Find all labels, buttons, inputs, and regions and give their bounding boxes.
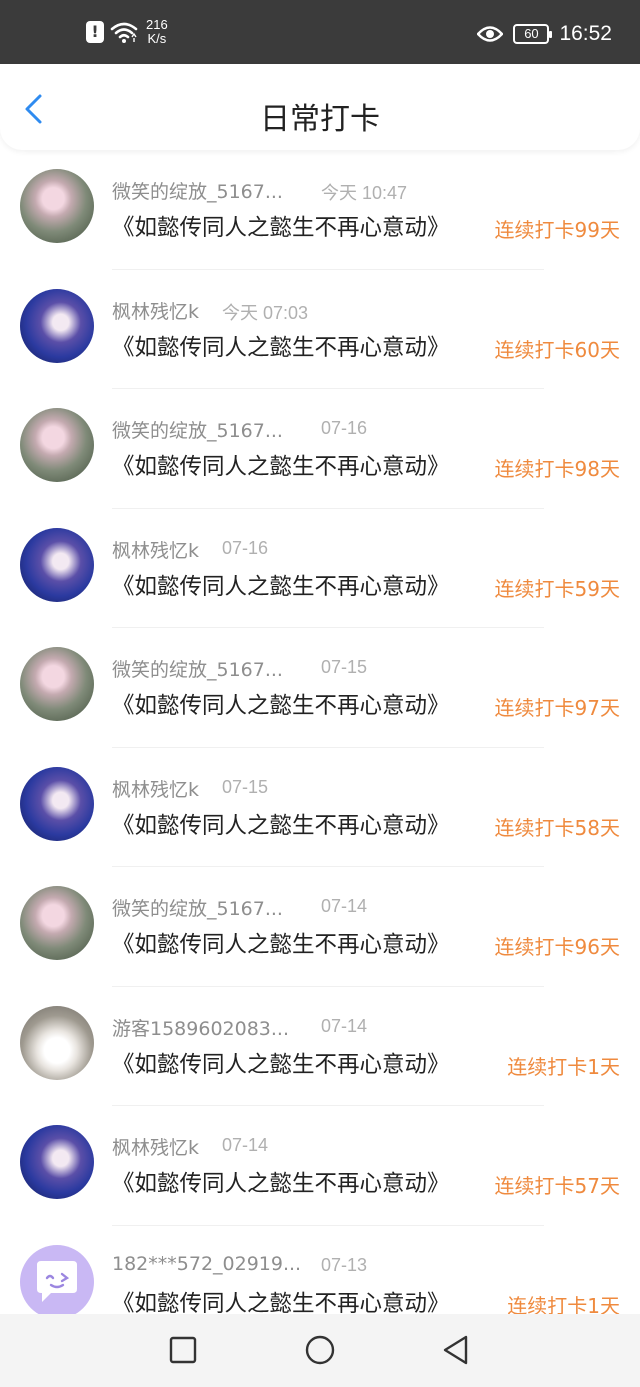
checkin-date: 07-14	[222, 1135, 269, 1155]
avatar[interactable]	[20, 408, 94, 482]
checkin-item[interactable]: 微笑的绽放_5167... 07-14 《如懿传同人之懿生不再心意动》 连续打卡96天	[0, 867, 640, 987]
checkin-date: 07-14	[321, 896, 368, 916]
user-name[interactable]: 微笑的绽放_5167...	[112, 894, 283, 921]
checkin-item[interactable]: 枫林残忆k 07-14 《如懿传同人之懿生不再心意动》 连续打卡57天	[0, 1106, 640, 1226]
streak-label: 连续打卡59天	[494, 576, 620, 601]
streak-label: 连续打卡57天	[494, 1174, 620, 1198]
user-name[interactable]: 枫林残忆k	[112, 1133, 199, 1160]
checkin-date: 07-14	[321, 1015, 368, 1036]
user-name[interactable]: 枫林残忆k	[112, 775, 199, 802]
clock: 16:52	[559, 22, 612, 45]
checkin-item[interactable]: 微笑的绽放_5167... 今天 10:47 《如懿传同人之懿生不再心意动》 连续打卡…	[0, 150, 640, 270]
system-nav-bar	[0, 1314, 640, 1387]
checkin-date: 07-15	[222, 776, 269, 797]
status-right: 60 16:52	[477, 22, 612, 46]
book-title[interactable]: 《如懿传同人之懿生不再心意动》	[112, 688, 450, 720]
net-speed-value: 216	[146, 17, 168, 32]
checkin-date: 07-15	[321, 657, 368, 677]
streak-label: 连续打卡58天	[494, 815, 620, 840]
book-title[interactable]: 《如懿传同人之懿生不再心意动》	[112, 330, 450, 362]
net-speed: 216 K/s	[146, 18, 168, 46]
avatar[interactable]	[20, 1244, 94, 1319]
user-name[interactable]: 枫林残忆k	[112, 536, 199, 563]
avatar[interactable]	[20, 169, 94, 243]
checkin-item[interactable]: 微笑的绽放_5167... 07-16 《如懿传同人之懿生不再心意动》 连续打卡98天	[0, 389, 640, 509]
book-title[interactable]: 《如懿传同人之懿生不再心意动》	[112, 449, 450, 481]
book-title[interactable]: 《如懿传同人之懿生不再心意动》	[112, 1047, 450, 1079]
user-name[interactable]: 182***572_02919...	[112, 1253, 301, 1275]
checkin-item[interactable]: 枫林残忆k 07-16 《如懿传同人之懿生不再心意动》 连续打卡59天	[0, 509, 640, 628]
checkin-item[interactable]: 微笑的绽放_5167... 07-15 《如懿传同人之懿生不再心意动》 连续打卡97天	[0, 628, 640, 748]
checkin-item[interactable]: 枫林残忆k 07-15 《如懿传同人之懿生不再心意动》 连续打卡58天	[0, 748, 640, 867]
streak-label: 连续打卡99天	[494, 218, 620, 242]
user-name[interactable]: 枫林残忆k	[112, 297, 199, 324]
avatar[interactable]	[20, 647, 94, 721]
checkin-date: 07-13	[321, 1254, 368, 1275]
streak-label: 连续打卡98天	[494, 457, 620, 481]
streak-label: 连续打卡96天	[494, 935, 620, 959]
book-title[interactable]: 《如懿传同人之懿生不再心意动》	[112, 1166, 450, 1198]
avatar[interactable]	[20, 1125, 94, 1199]
avatar[interactable]	[20, 527, 94, 602]
home-icon[interactable]	[304, 1334, 336, 1366]
avatar[interactable]	[20, 1005, 94, 1080]
eye-icon	[477, 26, 504, 42]
checkin-item[interactable]: 枫林残忆k 今天 07:03 《如懿传同人之懿生不再心意动》 连续打卡60天	[0, 270, 640, 389]
status-bar: ! 216 K/s 60 16:52	[0, 0, 640, 64]
book-title[interactable]: 《如懿传同人之懿生不再心意动》	[112, 1286, 450, 1318]
book-title[interactable]: 《如懿传同人之懿生不再心意动》	[112, 927, 450, 959]
streak-label: 连续打卡60天	[494, 337, 620, 362]
checkin-item[interactable]: 游客1589602083... 07-14 《如懿传同人之懿生不再心意动》 连续打卡1…	[0, 987, 640, 1106]
book-title[interactable]: 《如懿传同人之懿生不再心意动》	[112, 808, 450, 840]
user-name[interactable]: 微笑的绽放_5167...	[112, 655, 283, 682]
avatar[interactable]	[20, 766, 94, 841]
battery-icon: 60	[513, 24, 553, 44]
book-title[interactable]: 《如懿传同人之懿生不再心意动》	[112, 210, 450, 242]
header: 日常打卡	[0, 64, 640, 150]
checkin-date: 今天 10:47	[321, 183, 408, 203]
book-title[interactable]: 《如懿传同人之懿生不再心意动》	[112, 569, 450, 601]
checkin-date: 07-16	[222, 537, 269, 558]
net-speed-unit: K/s	[147, 31, 167, 46]
streak-label: 连续打卡1天	[507, 1054, 620, 1079]
alert-icon: !	[86, 21, 104, 43]
user-name[interactable]: 微笑的绽放_5167...	[112, 416, 283, 443]
wifi-icon	[110, 22, 138, 43]
checkin-list: 微笑的绽放_5167... 今天 10:47 《如懿传同人之懿生不再心意动》 连续打卡…	[0, 150, 640, 1345]
status-left: ! 216 K/s	[86, 18, 168, 46]
recent-apps-icon[interactable]	[168, 1334, 198, 1366]
streak-label: 连续打卡97天	[494, 696, 620, 720]
checkin-date: 今天 07:03	[222, 302, 309, 323]
checkin-date: 07-16	[321, 418, 368, 438]
avatar[interactable]	[20, 288, 94, 363]
user-name[interactable]: 游客1589602083...	[112, 1014, 289, 1041]
chat-bubble-icon	[37, 1260, 77, 1302]
page-title: 日常打卡	[260, 102, 380, 137]
back-icon[interactable]	[441, 1334, 471, 1366]
avatar[interactable]	[20, 886, 94, 960]
user-name[interactable]: 微笑的绽放_5167...	[112, 177, 283, 204]
